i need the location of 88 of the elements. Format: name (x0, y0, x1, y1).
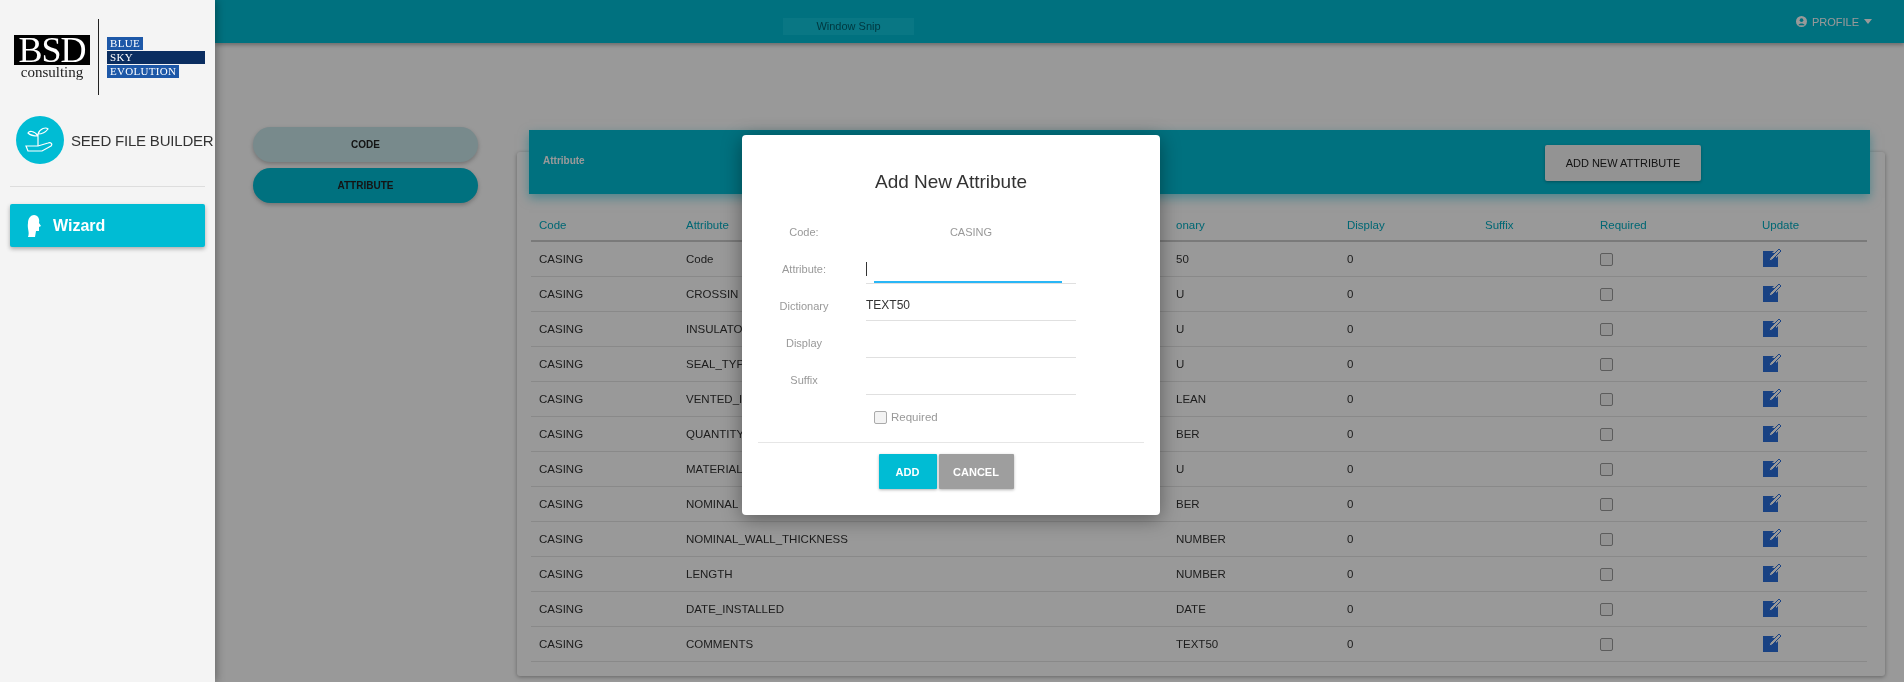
table-cell: 0 (1339, 311, 1477, 347)
checkbox[interactable] (1600, 602, 1613, 616)
edit-icon[interactable] (1762, 528, 1782, 548)
head-icon (27, 214, 41, 237)
edit-icon[interactable] (1762, 318, 1782, 338)
edit-icon[interactable] (1762, 458, 1782, 478)
table-cell: 0 (1339, 416, 1477, 452)
seedling-hand-icon (16, 116, 64, 164)
edit-icon[interactable] (1762, 248, 1782, 268)
checkbox[interactable] (1600, 322, 1613, 336)
checkbox[interactable] (1600, 462, 1613, 476)
checkbox[interactable] (1600, 427, 1613, 441)
table-cell: 0 (1339, 486, 1477, 522)
app-name: SEED FILE BUILDER (71, 131, 214, 149)
checkbox[interactable] (874, 410, 887, 424)
checkbox[interactable] (1600, 497, 1613, 511)
column-header: Update (1754, 210, 1867, 241)
add-attribute-button[interactable]: ADD NEW ATTRIBUTE (1545, 145, 1701, 181)
edit-icon[interactable] (1762, 353, 1782, 373)
dialog-title: Add New Attribute (874, 171, 1028, 193)
table-cell: LENGTH (678, 556, 1148, 592)
add-button[interactable]: ADD (878, 454, 937, 489)
checkbox[interactable] (1600, 392, 1613, 406)
logo-subtitle: consulting (20, 64, 84, 80)
nav-item[interactable]: Wizard (10, 204, 205, 247)
table-cell: CASING (531, 451, 678, 487)
snip-tooltip: Window Snip (783, 18, 914, 35)
table-cell: 0 (1339, 276, 1477, 312)
table-cell: CASING (531, 521, 678, 557)
input-field[interactable]: TEXT50 (866, 290, 1076, 321)
logo-word: SKY (107, 50, 205, 64)
caret-icon (1864, 19, 1872, 24)
tab[interactable]: CODE (253, 127, 478, 162)
table-cell: CASING (531, 591, 678, 627)
checkbox[interactable] (1600, 287, 1613, 301)
table-cell: CASING (531, 346, 678, 382)
logo-word: BLUE (107, 36, 143, 50)
table-cell: TEXT50 (1148, 626, 1339, 662)
profile-menu[interactable]: PROFILE (1795, 15, 1872, 28)
table-cell: DATE (1148, 591, 1339, 627)
edit-icon[interactable] (1762, 633, 1782, 653)
field-label: Display (785, 336, 823, 349)
tab[interactable]: ATTRIBUTE (253, 168, 478, 203)
table-cell: 0 (1339, 346, 1477, 382)
table-cell: CASING (531, 626, 678, 662)
checkbox[interactable] (1600, 357, 1613, 371)
checkbox[interactable] (1600, 567, 1613, 581)
table-cell: 0 (1339, 556, 1477, 592)
cancel-button[interactable]: CANCEL (938, 454, 1014, 489)
table-cell: 0 (1339, 381, 1477, 417)
table-cell: CASING (531, 416, 678, 452)
table-cell: CASING (531, 556, 678, 592)
edit-icon[interactable] (1762, 423, 1782, 443)
edit-icon[interactable] (1762, 493, 1782, 513)
table-cell: NOMINAL_WALL_THICKNESS (678, 521, 1148, 557)
logo-mark: BSD (14, 34, 90, 65)
column-header: Required (1592, 210, 1754, 241)
edit-icon[interactable] (1762, 563, 1782, 583)
field-value: CASING (949, 225, 993, 238)
table-cell: CASING (531, 486, 678, 522)
user-icon (1795, 16, 1807, 27)
table-cell: CASING (531, 381, 678, 417)
edit-icon[interactable] (1762, 598, 1782, 618)
table-cell: 0 (1339, 451, 1477, 487)
checkbox[interactable] (1600, 252, 1613, 266)
table-cell: 0 (1339, 521, 1477, 557)
table-cell: NUMBER (1148, 521, 1339, 557)
table-cell: DATE_INSTALLED (678, 591, 1148, 627)
field-label: Attribute: (782, 262, 826, 275)
table-cell: CASING (531, 311, 678, 347)
table-cell: NUMBER (1148, 556, 1339, 592)
field-label: Code: (789, 225, 819, 238)
table-cell: COMMENTS (678, 626, 1148, 662)
checkbox[interactable] (1600, 637, 1613, 651)
checkbox[interactable] (1600, 532, 1613, 546)
edit-icon[interactable] (1762, 283, 1782, 303)
table-cell: 0 (1339, 241, 1477, 277)
field-label: Dictionary (779, 299, 829, 312)
table-cell: CASING (531, 276, 678, 312)
table-cell: 0 (1339, 626, 1477, 662)
column-header: Code (531, 210, 678, 241)
column-header: Display (1339, 210, 1477, 241)
column-header: Suffix (1477, 210, 1592, 241)
card-title: Attribute (543, 155, 585, 166)
edit-icon[interactable] (1762, 388, 1782, 408)
table-cell: 0 (1339, 591, 1477, 627)
logo-word: EVOLUTION (107, 64, 180, 78)
table-cell: CASING (531, 241, 678, 277)
